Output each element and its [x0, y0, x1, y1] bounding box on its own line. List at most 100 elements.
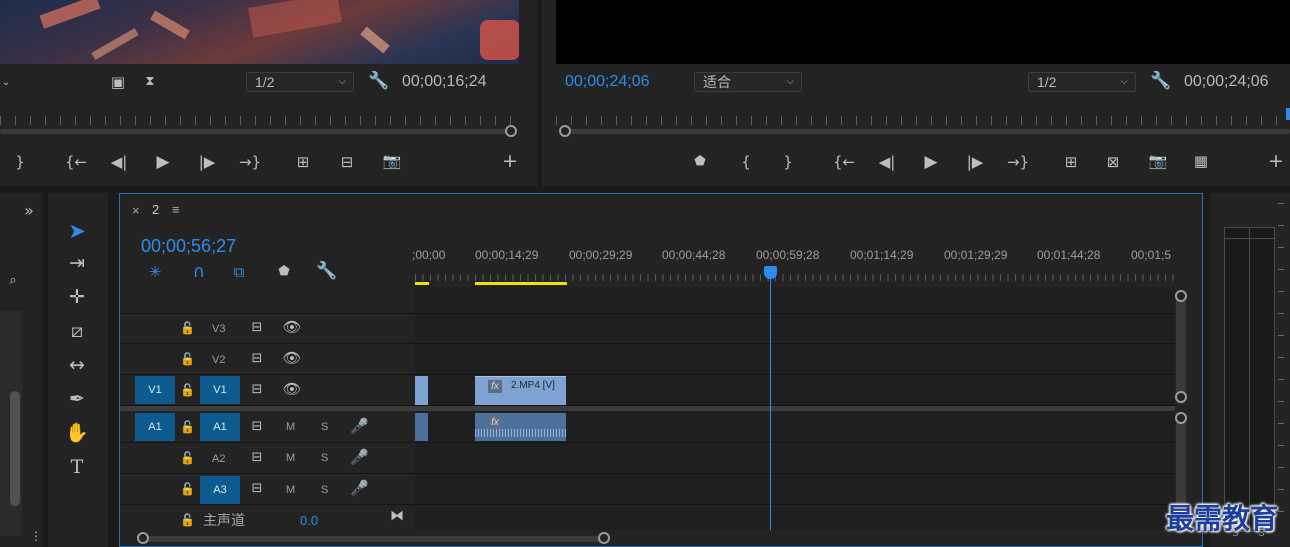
linked-selection-icon[interactable]: ⧉	[229, 264, 249, 280]
track-select-tool-icon[interactable]: ⇥	[62, 248, 92, 278]
track-v3[interactable]	[120, 313, 1175, 344]
mute-button[interactable]: M	[286, 452, 295, 464]
eye-icon[interactable]: 👁	[282, 350, 302, 366]
eye-icon[interactable]: 👁	[282, 381, 302, 397]
extract-icon[interactable]: ⊠	[1100, 154, 1126, 170]
project-scrollbar[interactable]	[10, 391, 20, 506]
sequence-tab-label[interactable]: 2	[152, 202, 159, 217]
work-area-bar[interactable]	[475, 282, 567, 285]
sync-lock-icon[interactable]: ⊟	[248, 320, 266, 336]
go-to-in-icon[interactable]: {←	[832, 154, 856, 170]
film-icon[interactable]: ▣	[108, 74, 128, 90]
microphone-icon[interactable]: 🎤	[350, 480, 369, 496]
close-icon[interactable]: ×	[132, 203, 140, 218]
play-icon[interactable]: ▶	[920, 154, 942, 171]
source-patch-v1[interactable]: V1	[135, 376, 175, 404]
type-tool-icon[interactable]: T	[62, 452, 92, 482]
add-marker-icon[interactable]: ⬟	[692, 154, 708, 170]
insert-icon[interactable]: ⊞	[290, 154, 316, 170]
mark-in-icon[interactable]: {	[738, 154, 754, 170]
selection-tool-icon[interactable]: ➤	[62, 216, 92, 246]
video-track-scrollbar[interactable]	[1176, 290, 1186, 404]
track-target-a3[interactable]: A3	[200, 476, 240, 504]
playhead-line[interactable]	[770, 278, 771, 530]
track-v1[interactable]	[120, 375, 1175, 406]
audio-waveform-icon[interactable]: ⧗	[140, 74, 160, 90]
program-zoom-handle[interactable]	[559, 125, 571, 137]
export-frame-icon[interactable]: 📷	[1146, 153, 1170, 169]
lock-icon[interactable]: 🔓	[180, 450, 195, 466]
hand-tool-icon[interactable]: ✋	[62, 418, 92, 448]
track-v2[interactable]	[120, 344, 1175, 375]
export-frame-icon[interactable]: 📷	[380, 153, 404, 169]
microphone-icon[interactable]: 🎤	[350, 418, 369, 434]
step-back-icon[interactable]: ◀|	[876, 154, 898, 170]
step-forward-icon[interactable]: |▶	[964, 154, 986, 170]
program-fit-select[interactable]: 适合 ⌵	[694, 72, 802, 92]
video-clip-partial[interactable]	[415, 376, 428, 405]
go-to-out-icon[interactable]: →}	[238, 154, 262, 170]
audio-clip-partial[interactable]	[415, 413, 428, 441]
mark-out-icon[interactable]: }	[780, 154, 796, 170]
add-button-icon[interactable]: +	[500, 152, 520, 171]
source-patch-a1[interactable]: A1	[135, 413, 175, 441]
program-timecode[interactable]: 00;00;24;06	[565, 73, 650, 91]
chevron-down-icon[interactable]: ⌄	[0, 75, 12, 91]
lock-icon[interactable]: 🔓	[180, 382, 195, 398]
playhead-handle[interactable]	[764, 266, 777, 279]
track-target-a1[interactable]: A1	[200, 413, 240, 441]
track-a1[interactable]	[120, 411, 1175, 443]
solo-button[interactable]: S	[321, 421, 328, 433]
add-button-icon[interactable]: +	[1266, 152, 1286, 171]
source-zoom-select[interactable]: 1/2 ⌵	[246, 72, 354, 92]
track-target-v1[interactable]: V1	[200, 376, 240, 404]
source-zoom-handle[interactable]	[505, 125, 517, 137]
wrench-icon[interactable]: 🔧	[368, 73, 389, 90]
work-area-bar[interactable]	[415, 282, 429, 285]
video-clip[interactable]: fx 2.MP4 [V]	[475, 376, 566, 405]
solo-button[interactable]: S	[321, 452, 328, 464]
sync-lock-icon[interactable]: ⊟	[248, 382, 266, 398]
scroll-handle[interactable]	[137, 532, 149, 544]
go-to-in-icon[interactable]: {←	[64, 154, 88, 170]
add-marker-icon[interactable]: ⬟	[276, 264, 292, 280]
lock-icon[interactable]: 🔓	[180, 512, 195, 528]
wrench-icon[interactable]: 🔧	[1150, 73, 1171, 90]
source-zoom-bar[interactable]	[0, 129, 510, 134]
sync-lock-icon[interactable]: ⊟	[248, 481, 266, 497]
audio-clip[interactable]: fx	[475, 413, 566, 441]
lock-icon[interactable]: 🔓	[180, 351, 195, 367]
solo-button[interactable]: S	[321, 484, 328, 496]
eye-icon[interactable]: 👁	[282, 319, 302, 335]
program-zoom-select[interactable]: 1/2 ⌵	[1028, 72, 1136, 92]
sync-lock-icon[interactable]: ⊟	[248, 351, 266, 367]
track-a3[interactable]	[120, 474, 1175, 505]
more-icon[interactable]: ⋮	[30, 528, 42, 544]
nest-icon[interactable]: ✳	[145, 264, 165, 280]
razor-tool-icon[interactable]: ⧄	[62, 316, 92, 346]
go-to-edit-icon[interactable]: ⧓	[388, 508, 406, 524]
program-playhead-marker[interactable]	[1286, 108, 1290, 120]
timeline-current-time[interactable]: 00;00;56;27	[141, 236, 236, 257]
slip-tool-icon[interactable]: ↔	[62, 350, 92, 380]
program-zoom-bar[interactable]	[564, 129, 1290, 134]
wrench-icon[interactable]: 🔧	[316, 263, 337, 280]
lock-icon[interactable]: 🔓	[180, 481, 195, 497]
pen-tool-icon[interactable]: ✒	[62, 384, 92, 414]
mute-button[interactable]: M	[286, 421, 295, 433]
panel-expand-icon[interactable]: »	[20, 203, 38, 219]
scroll-handle[interactable]	[1175, 290, 1187, 302]
sync-lock-icon[interactable]: ⊟	[248, 419, 266, 435]
lock-icon[interactable]: 🔓	[180, 320, 195, 336]
microphone-icon[interactable]: 🎤	[350, 449, 369, 465]
go-to-out-icon[interactable]: →}	[1006, 154, 1030, 170]
compare-view-icon[interactable]: ▦	[1188, 153, 1214, 169]
timeline-horizontal-scrollbar[interactable]	[137, 536, 607, 542]
snap-magnet-icon[interactable]: ∩	[189, 264, 209, 281]
scroll-handle[interactable]	[1175, 412, 1187, 424]
scroll-handle[interactable]	[1175, 391, 1187, 403]
lift-icon[interactable]: ⊞	[1058, 154, 1084, 170]
step-forward-icon[interactable]: |▶	[196, 154, 218, 170]
overwrite-icon[interactable]: ⊟	[334, 154, 360, 170]
lock-icon[interactable]: 🔓	[180, 419, 195, 435]
